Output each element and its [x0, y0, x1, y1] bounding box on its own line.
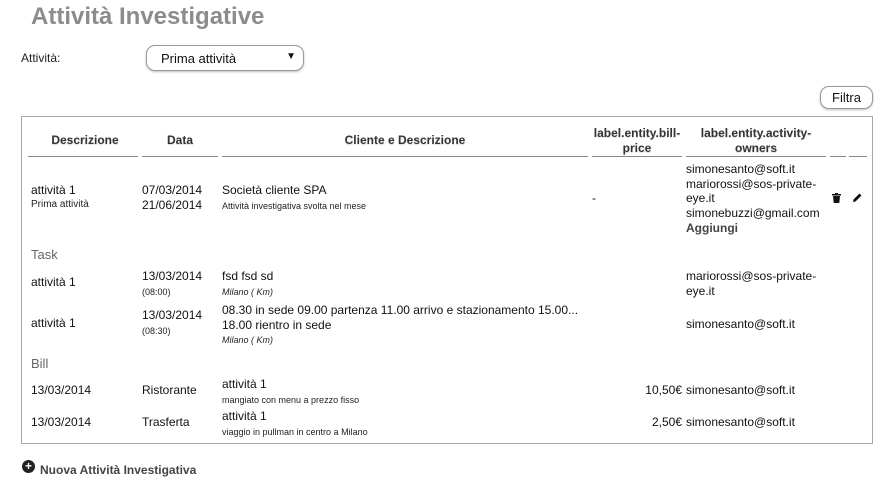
header-divider	[142, 156, 218, 157]
header-bill-price-line2: price	[622, 141, 652, 155]
pencil-icon[interactable]	[852, 192, 863, 203]
task-description: 18.00 rientro in sede	[222, 318, 332, 332]
trash-icon[interactable]	[832, 193, 841, 203]
task-owner: simonesanto@soft.it	[686, 317, 795, 331]
bill-description: viaggio in pullman in centro a Milano	[222, 427, 368, 437]
bill-owner: simonesanto@soft.it	[686, 383, 795, 397]
activity-owner: eye.it	[686, 191, 715, 205]
filter-button[interactable]: Filtra	[820, 86, 873, 109]
page-title: Attività Investigative	[31, 3, 265, 30]
task-place: Milano ( Km)	[222, 287, 274, 297]
activity-owner: mariorossi@sos-private-	[686, 177, 817, 191]
task-date: 13/03/2014	[142, 308, 203, 322]
task-description: 08.30 in sede 09.00 partenza 11.00 arriv…	[222, 303, 579, 317]
activity-date-end: 21/06/2014	[142, 198, 203, 212]
task-section-label: Task	[31, 247, 58, 262]
task-description: fsd fsd sd	[222, 269, 274, 283]
header-divider	[222, 156, 588, 157]
bill-type: Trasferta	[142, 415, 190, 429]
task-owner: eye.it	[686, 284, 715, 298]
bill-price: 2,50€	[651, 415, 682, 429]
activity-filter-label: Attività:	[21, 51, 61, 65]
bill-date: 13/03/2014	[31, 415, 92, 429]
bill-activity: attività 1	[222, 377, 267, 391]
header-divider	[686, 156, 826, 157]
header-cliente[interactable]: Cliente e Descrizione	[222, 133, 588, 148]
activity-date-start: 07/03/2014	[142, 183, 203, 197]
task-name: attività 1	[31, 316, 76, 330]
header-owners-line1: label.entity.activity-	[700, 126, 812, 140]
header-divider	[28, 156, 138, 157]
bill-type: Ristorante	[142, 383, 197, 397]
header-bill-price-line1: label.entity.bill-	[593, 126, 681, 140]
plus-circle-icon[interactable]: +	[22, 460, 35, 473]
task-time: (08:30)	[142, 326, 171, 336]
activity-price: -	[592, 191, 596, 205]
header-divider	[849, 156, 867, 157]
task-time: (08:00)	[142, 287, 171, 297]
activity-owner: simonesanto@soft.it	[686, 162, 795, 176]
activity-select-value: Prima attività	[161, 51, 237, 66]
bill-date: 13/03/2014	[31, 383, 92, 397]
header-owners-line2: owners	[734, 141, 777, 155]
activity-name: attività 1	[31, 183, 76, 197]
task-owner: mariorossi@sos-private-	[686, 269, 817, 283]
bill-price: 10,50€	[645, 383, 682, 397]
header-owners[interactable]: label.entity.activity- owners	[686, 126, 826, 156]
bill-description: mangiato con menu a prezzo fisso	[222, 395, 360, 405]
bill-activity: attività 1	[222, 409, 267, 423]
header-data[interactable]: Data	[142, 133, 218, 148]
header-divider	[830, 156, 846, 157]
bill-owner: simonesanto@soft.it	[686, 415, 795, 429]
bill-section-label: Bill	[31, 356, 49, 371]
task-place: Milano ( Km)	[222, 335, 274, 345]
activity-owner: simonebuzzi@gmail.com	[686, 206, 820, 220]
activity-subtitle: Prima attività	[31, 199, 89, 210]
header-divider	[592, 156, 682, 157]
add-owner-link[interactable]: Aggiungi	[686, 221, 738, 235]
activity-client: Società cliente SPA	[222, 183, 327, 197]
activity-client-description: Attività investigativa svolta nel mese	[222, 201, 367, 211]
new-investigative-activity-link[interactable]: Nuova Attività Investigativa	[40, 463, 196, 477]
activity-select[interactable]: Prima attività ▼	[146, 45, 304, 71]
task-date: 13/03/2014	[142, 269, 203, 283]
task-name: attività 1	[31, 275, 76, 289]
header-descrizione[interactable]: Descrizione	[28, 133, 142, 148]
header-bill-price[interactable]: label.entity.bill- price	[592, 126, 682, 156]
chevron-down-icon: ▼	[286, 51, 296, 62]
